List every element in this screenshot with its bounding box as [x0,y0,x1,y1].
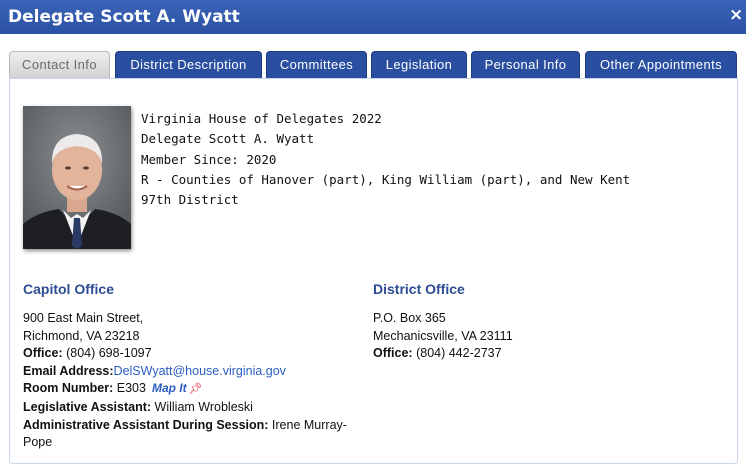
capitol-city: Richmond, VA 23218 [23,328,140,343]
district-city: Mechanicsville, VA 23111 [373,328,513,343]
legislature-session: Virginia House of Delegates 2022 [141,111,382,126]
room-label: Room Number: [23,381,114,396]
party-counties: R - Counties of Hanover (part), King Wil… [141,171,631,187]
capitol-office-details: 900 East Main Street, Richmond, VA 23218… [23,310,368,452]
admin-assistant-label: Administrative Assistant During Session: [23,417,269,432]
room-number: E303 [116,381,146,396]
map-pin-icon[interactable]: 📌︎ [189,383,203,395]
member-since: Member Since: 2020 [141,151,277,167]
district-po-box: P.O. Box 365 [373,311,446,325]
district-number: 97th District [141,192,239,208]
delegate-name: Delegate Scott A. Wyatt [141,131,315,147]
tab-other-appointments[interactable]: Other Appointments [585,51,737,78]
legislative-assistant-name: William Wrobleski [154,399,253,414]
tab-committees[interactable]: Committees [266,51,367,78]
district-office-label: Office: [373,346,413,361]
bio-block: Virginia House of Delegates 2022 Delegat… [141,109,630,210]
close-icon[interactable]: × [729,7,743,24]
tab-personal-info[interactable]: Personal Info [471,51,580,78]
window-title: Delegate Scott A. Wyatt [8,7,240,27]
window-titlebar: Delegate Scott A. Wyatt × [0,0,746,34]
capitol-office-label: Office: [23,346,63,361]
capitol-office-phone: (804) 698-1097 [66,346,152,361]
district-office-phone: (804) 442-2737 [416,346,502,361]
email-label: Email Address: [23,363,114,378]
tab-contact-info[interactable]: Contact Info [9,51,110,78]
admin-assistant-name: Irene Murray- [271,417,347,432]
email-link[interactable]: DelSWyatt@house.virginia.gov [114,364,286,378]
admin-assistant-name-cont: Pope [23,435,53,450]
map-it-link[interactable]: Map It [152,381,187,395]
tab-district-description[interactable]: District Description [115,51,262,78]
tab-legislation[interactable]: Legislation [371,51,467,78]
legislative-assistant-label: Legislative Assistant: [23,399,152,414]
capitol-office-heading: Capitol Office [23,281,115,297]
delegate-photo [23,106,131,249]
capitol-street: 900 East Main Street, [23,311,144,325]
district-office-details: P.O. Box 365 Mechanicsville, VA 23111 Of… [373,310,713,363]
district-office-heading: District Office [373,281,465,297]
